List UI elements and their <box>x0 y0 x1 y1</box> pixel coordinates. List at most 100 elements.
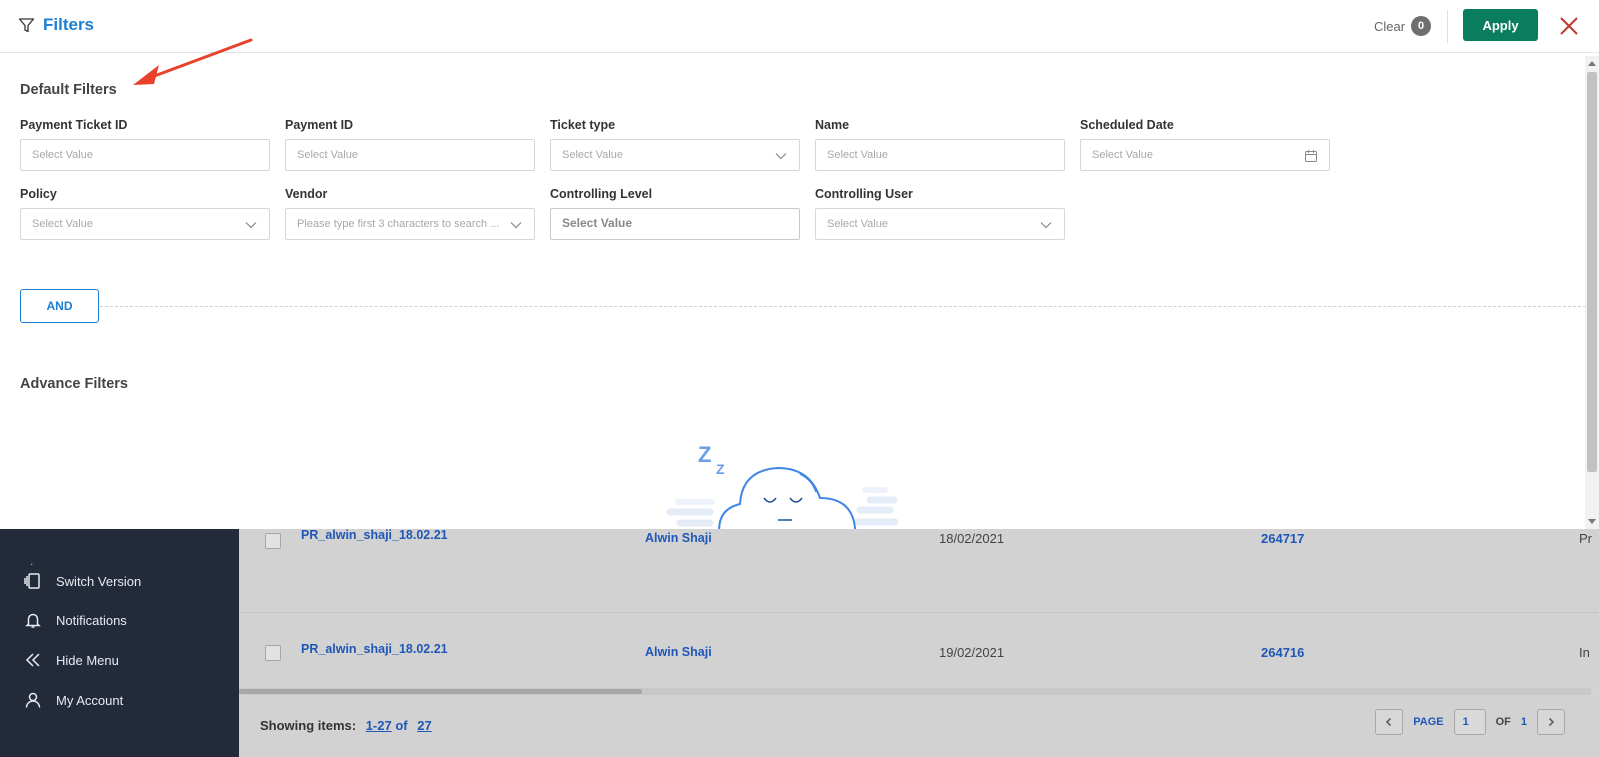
row-checkbox[interactable] <box>265 645 281 661</box>
sidebar-item-notifications[interactable]: Notifications <box>22 609 127 631</box>
row-checkbox[interactable] <box>265 533 281 549</box>
clear-button[interactable]: Clear 0 <box>1374 16 1432 36</box>
sidebar-item-label: Switch Version <box>56 573 142 589</box>
and-divider <box>20 306 1586 307</box>
controlling-level-field: Controlling Level <box>550 187 800 240</box>
bell-icon <box>22 609 44 631</box>
sidebar: . Switch Version Notifications Hide Menu… <box>0 528 239 757</box>
scroll-up-arrow[interactable] <box>1588 61 1596 66</box>
page-label: PAGE <box>1413 716 1444 728</box>
and-button[interactable]: AND <box>20 289 99 323</box>
row-id[interactable]: 264716 <box>1261 645 1304 660</box>
policy-field: Policy Select Value <box>20 187 270 240</box>
showing-items: Showing items: 1-27 of 27 <box>260 718 432 733</box>
payment-ticket-id-field: Payment Ticket ID <box>20 118 270 171</box>
calendar-icon[interactable] <box>1304 149 1318 163</box>
table-footer: Showing items: 1-27 of 27 PAGE 1 OF 1 <box>239 695 1599 757</box>
range-end: 27 <box>377 718 392 733</box>
payment-id-field: Payment ID <box>285 118 535 171</box>
total-link[interactable]: 27 <box>417 718 431 733</box>
row-status: In <box>1579 645 1590 660</box>
showing-label: Showing items: <box>260 718 357 733</box>
field-label: Ticket type <box>550 118 616 132</box>
sidebar-dot: . <box>30 554 34 568</box>
sidebar-item-switch-version[interactable]: Switch Version <box>22 570 141 592</box>
vendor-placeholder: Please type first 3 characters to search… <box>297 218 500 230</box>
payment-id-input-wrap[interactable] <box>285 139 535 171</box>
header-divider <box>1447 10 1448 43</box>
sidebar-item-hide-menu[interactable]: Hide Menu <box>22 649 119 671</box>
field-label: Controlling Level <box>550 187 653 201</box>
policy-placeholder: Select Value <box>32 218 93 230</box>
row-id[interactable]: 264717 <box>1261 531 1304 546</box>
page-of-label: OF <box>1495 716 1511 728</box>
range-link[interactable]: 1-27 <box>366 718 392 733</box>
payment-ticket-id-input[interactable] <box>32 149 258 161</box>
user-icon <box>22 689 44 711</box>
svg-text:Z: Z <box>716 461 725 477</box>
controlling-user-field: Controlling User Select Value <box>815 187 1065 240</box>
field-label: Name <box>815 118 850 132</box>
clear-label: Clear <box>1374 18 1406 34</box>
vertical-scrollbar[interactable] <box>1585 56 1599 529</box>
name-input-wrap[interactable] <box>815 139 1065 171</box>
switch-version-icon <box>22 570 44 592</box>
chevron-down-icon <box>775 153 787 160</box>
filters-header: Filters Clear 0 Apply <box>0 0 1599 53</box>
controlling-user-select[interactable]: Select Value <box>815 208 1065 240</box>
ticket-type-select[interactable]: Select Value <box>550 139 800 171</box>
pagination: PAGE 1 OF 1 <box>1375 709 1565 735</box>
sidebar-item-label: Hide Menu <box>56 652 119 668</box>
row-user-name[interactable]: Alwin Shaji <box>645 531 712 545</box>
scroll-down-arrow[interactable] <box>1588 519 1596 524</box>
page-number-input[interactable]: 1 <box>1453 709 1486 735</box>
field-label: Vendor <box>285 187 328 201</box>
double-chevron-left-icon <box>22 649 44 671</box>
ticket-type-field: Ticket type Select Value <box>550 118 800 171</box>
tickets-table: PR_alwin_shaji_18.02.21 Alwin Shaji 18/0… <box>239 528 1599 698</box>
filters-title-text: Filters <box>43 15 95 34</box>
payment-ticket-id-input-wrap[interactable] <box>20 139 270 171</box>
sidebar-item-my-account[interactable]: My Account <box>22 689 123 711</box>
controlling-level-input[interactable] <box>562 218 788 230</box>
payment-id-input[interactable] <box>297 149 523 161</box>
horizontal-scrollbar-thumb[interactable] <box>239 689 642 694</box>
name-input[interactable] <box>827 149 1053 161</box>
field-label: Controlling User <box>815 187 913 201</box>
table-row[interactable]: PR_alwin_shaji_18.02.21 Alwin Shaji 19/0… <box>239 613 1599 698</box>
scheduled-date-field: Scheduled Date Select Value <box>1080 118 1330 171</box>
field-label: Payment Ticket ID <box>20 118 128 132</box>
row-user-name[interactable]: Alwin Shaji <box>645 645 712 659</box>
filters-title: Filters <box>18 15 94 35</box>
vertical-scrollbar-thumb[interactable] <box>1587 72 1597 472</box>
chevron-left-icon <box>1386 717 1392 727</box>
horizontal-scrollbar[interactable] <box>239 688 1591 695</box>
close-icon <box>1560 17 1578 35</box>
scheduled-date-picker[interactable]: Select Value <box>1080 139 1330 171</box>
chevron-down-icon <box>1040 222 1052 229</box>
vendor-select[interactable]: Please type first 3 characters to search… <box>285 208 535 240</box>
chevron-down-icon <box>245 222 257 229</box>
ticket-type-placeholder: Select Value <box>562 149 623 161</box>
scheduled-date-placeholder: Select Value <box>1092 149 1153 161</box>
table-row[interactable]: PR_alwin_shaji_18.02.21 Alwin Shaji 18/0… <box>239 528 1599 613</box>
prev-page-button[interactable] <box>1375 709 1404 735</box>
chevron-down-icon <box>510 222 522 229</box>
next-page-button[interactable] <box>1537 709 1565 735</box>
controlling-user-placeholder: Select Value <box>827 218 888 230</box>
sleeping-cloud-illustration: Z Z <box>660 440 920 529</box>
row-ticket-name[interactable]: PR_alwin_shaji_18.02.21 <box>301 642 448 656</box>
clear-count-badge: 0 <box>1411 16 1432 36</box>
advance-filters-title: Advance Filters <box>20 376 128 392</box>
close-button[interactable] <box>1556 13 1582 39</box>
row-date: 18/02/2021 <box>939 531 1005 546</box>
policy-select[interactable]: Select Value <box>20 208 270 240</box>
field-label: Policy <box>20 187 57 201</box>
row-date: 19/02/2021 <box>939 645 1005 660</box>
row-ticket-name[interactable]: PR_alwin_shaji_18.02.21 <box>301 528 448 542</box>
page-total: 1 <box>1520 716 1527 728</box>
of-label: of <box>395 718 408 733</box>
controlling-level-input-wrap[interactable] <box>550 208 800 240</box>
apply-button[interactable]: Apply <box>1463 9 1538 41</box>
chevron-right-icon <box>1548 717 1555 727</box>
